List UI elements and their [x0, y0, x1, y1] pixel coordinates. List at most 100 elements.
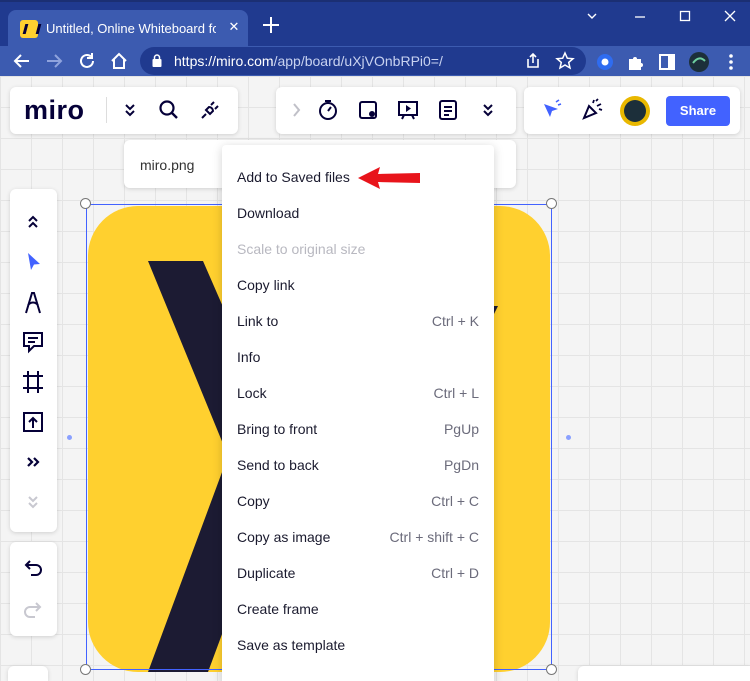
upload-icon[interactable]: [19, 409, 47, 435]
forward-icon[interactable]: [42, 50, 66, 72]
menu-item-label: Scale to original size: [237, 241, 366, 257]
resize-handle-tr[interactable]: [546, 198, 557, 209]
menu-item-create-frame[interactable]: Create frame: [222, 592, 494, 628]
more-icon[interactable]: [475, 97, 501, 123]
more-tools-icon[interactable]: [19, 449, 47, 475]
browser-tab[interactable]: Untitled, Online Whiteboard for Visual C…: [8, 10, 248, 48]
tab-title: Untitled, Online Whiteboard for Visual C…: [46, 21, 216, 36]
menu-item-label: Link to: [237, 313, 279, 329]
menu-item-shortcut: Ctrl + K: [431, 313, 479, 329]
menu-item-label: Duplicate: [237, 565, 296, 581]
menu-item-label: Copy: [237, 493, 270, 509]
menu-item-shortcut: Ctrl + C: [431, 493, 479, 509]
menu-item-shortcut: PgDn: [443, 457, 479, 473]
url-text[interactable]: https://miro.com/app/board/uXjVOnbRPi0=/: [174, 53, 443, 69]
new-tab-icon[interactable]: [260, 14, 282, 36]
resize-handle-bl[interactable]: [80, 664, 91, 675]
menu-item-shortcut: PgUp: [443, 421, 479, 437]
timer-icon[interactable]: [315, 97, 341, 123]
resize-handle-br[interactable]: [546, 664, 557, 675]
url-path: /app/board/uXjVOnbRPi0=/: [273, 53, 443, 69]
menu-item-save-as-template[interactable]: Save as template: [222, 628, 494, 664]
chevron-down-icon[interactable]: [117, 97, 143, 123]
notes-icon[interactable]: [435, 97, 461, 123]
minimize-icon[interactable]: [622, 6, 658, 28]
menu-item-shortcut: Ctrl + D: [431, 565, 479, 581]
menu-item-info[interactable]: Info: [222, 340, 494, 376]
menu-item-label: Copy as image: [237, 529, 331, 545]
extensions-puzzle-icon[interactable]: [625, 51, 647, 73]
celebrate-icon[interactable]: [579, 97, 605, 123]
browser-titlebar: Untitled, Online Whiteboard for Visual C…: [0, 0, 750, 48]
expand-down-icon[interactable]: [19, 489, 47, 515]
menu-item-download[interactable]: Download: [222, 196, 494, 232]
menu-item-shortcut: Ctrl + L: [433, 385, 479, 401]
collapse-up-icon[interactable]: [19, 209, 47, 235]
menu-item-copy-link[interactable]: Copy link: [222, 268, 494, 304]
image-filename[interactable]: miro.png: [140, 157, 194, 173]
left-toolbar: [10, 189, 57, 532]
menu-item-label: Save as template: [237, 637, 346, 653]
comment-icon[interactable]: [19, 329, 47, 355]
search-icon[interactable]: [156, 97, 182, 123]
tab-search-icon[interactable]: [574, 6, 610, 28]
menu-item-bring-to-front[interactable]: Bring to front PgUp: [222, 412, 494, 448]
menu-item-label: Add to Saved files: [237, 169, 350, 185]
connector-dot-left[interactable]: [67, 435, 72, 440]
miro-logo[interactable]: miro: [24, 95, 85, 126]
user-avatar[interactable]: [620, 96, 650, 126]
menu-item-label: Send to back: [237, 457, 319, 473]
select-cursor-icon[interactable]: [19, 249, 47, 275]
menu-item-scale-to-original-size: Scale to original size: [222, 232, 494, 268]
menu-item-label: Bring to front: [237, 421, 318, 437]
bookmark-star-icon[interactable]: [554, 50, 576, 72]
pen-icon[interactable]: [19, 289, 47, 315]
presentation-icon[interactable]: [395, 97, 421, 123]
history-toolbar: [10, 542, 57, 636]
top-left-toolbar: miro: [10, 87, 238, 134]
tab-close-icon[interactable]: ✕: [224, 17, 244, 37]
context-menu: Add to Saved files Download Scale to ori…: [222, 145, 494, 681]
profile-avatar-icon[interactable]: [688, 51, 710, 73]
bottom-right-panel: [578, 666, 750, 681]
menu-item-copy[interactable]: Copy Ctrl + C: [222, 484, 494, 520]
menu-item-copy-as-image[interactable]: Copy as image Ctrl + shift + C: [222, 520, 494, 556]
home-icon[interactable]: [107, 50, 131, 72]
menu-item-label: Download: [237, 205, 300, 221]
menu-item-send-to-back[interactable]: Send to back PgDn: [222, 448, 494, 484]
extension-record-icon[interactable]: [594, 51, 616, 73]
address-toolbar: https://miro.com/app/board/uXjVOnbRPi0=/: [0, 46, 750, 76]
menu-item-duplicate[interactable]: Duplicate Ctrl + D: [222, 556, 494, 592]
annotation-arrow-icon: [358, 167, 420, 189]
chevron-right-icon[interactable]: [284, 97, 310, 123]
menu-item-shortcut: Ctrl + shift + C: [389, 529, 479, 545]
back-icon[interactable]: [10, 50, 34, 72]
redo-icon[interactable]: [19, 596, 47, 622]
share-page-icon[interactable]: [522, 50, 544, 72]
card-icon[interactable]: [355, 97, 381, 123]
menu-item-link-to[interactable]: Link to Ctrl + K: [222, 304, 494, 340]
plug-icon[interactable]: [197, 97, 223, 123]
frame-icon[interactable]: [19, 369, 47, 395]
menu-item-label: Copy link: [237, 277, 295, 293]
lock-icon[interactable]: [152, 54, 162, 67]
address-bar[interactable]: https://miro.com/app/board/uXjVOnbRPi0=/: [140, 47, 586, 75]
maximize-icon[interactable]: [667, 6, 703, 28]
undo-icon[interactable]: [19, 554, 47, 580]
side-panel-icon[interactable]: [656, 51, 678, 73]
menu-item-label: Lock: [237, 385, 267, 401]
close-window-icon[interactable]: [712, 6, 748, 28]
miro-favicon-icon: [20, 20, 38, 38]
browser-menu-icon[interactable]: [720, 51, 742, 73]
menu-item-label: Info: [237, 349, 261, 365]
reload-icon[interactable]: [75, 50, 99, 72]
top-center-toolbar: [276, 87, 516, 134]
url-host: https://miro.com: [174, 53, 274, 69]
connector-dot-right[interactable]: [566, 435, 571, 440]
resize-handle-tl[interactable]: [80, 198, 91, 209]
divider: [106, 97, 107, 123]
menu-item-label: Create frame: [237, 601, 319, 617]
menu-item-lock[interactable]: Lock Ctrl + L: [222, 376, 494, 412]
share-button[interactable]: Share: [666, 96, 730, 126]
cursor-select-icon[interactable]: [538, 97, 564, 123]
